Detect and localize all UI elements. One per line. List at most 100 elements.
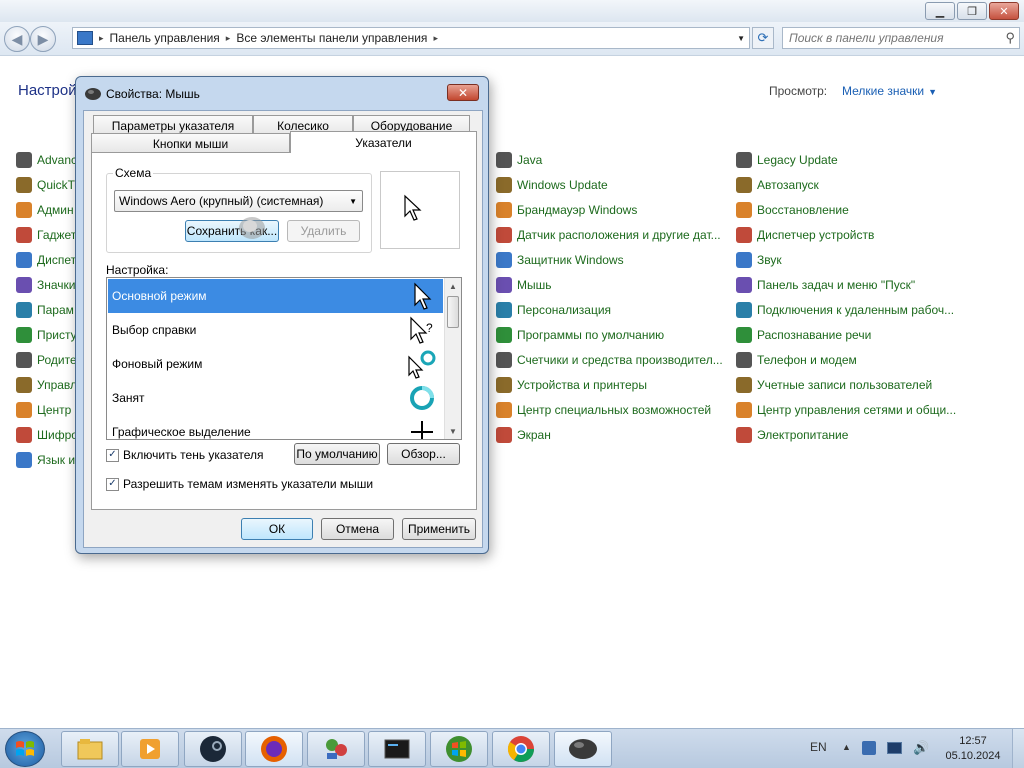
control-panel-item[interactable]: Телефон и модем	[736, 347, 966, 372]
tab-pointers[interactable]: Указатели	[290, 131, 477, 153]
tray-monitor-icon[interactable]	[887, 742, 902, 754]
taskbar-windows-update[interactable]	[430, 731, 488, 767]
control-panel-item[interactable]: Автозапуск	[736, 172, 966, 197]
dialog-close-button[interactable]: ✕	[447, 84, 479, 101]
breadcrumb-control-panel[interactable]: Панель управления	[106, 31, 224, 45]
cancel-button[interactable]: Отмена	[321, 518, 394, 540]
control-panel-item[interactable]: Экран	[496, 422, 726, 447]
use-default-button[interactable]: По умолчанию	[294, 443, 380, 465]
themes-checkbox-row[interactable]: ✓ Разрешить темам изменять указатели мыш…	[106, 477, 373, 491]
cursor-row-help[interactable]: Выбор справки ?	[108, 313, 443, 347]
restore-button[interactable]: ❐	[957, 2, 987, 20]
control-panel-item[interactable]: Центр	[16, 397, 76, 422]
control-panel-item-icon	[496, 251, 512, 268]
scroll-down-icon[interactable]: ▼	[445, 423, 461, 439]
control-panel-item[interactable]: Восстановление	[736, 197, 966, 222]
control-panel-item-icon	[496, 426, 512, 443]
taskbar-steam[interactable]	[184, 731, 242, 767]
svg-text:?: ?	[426, 321, 433, 335]
scroll-up-icon[interactable]: ▲	[445, 278, 461, 294]
search-icon[interactable]: ⚲	[1005, 30, 1015, 46]
delete-button[interactable]: Удалить	[287, 220, 360, 242]
control-panel-item[interactable]: Центр специальных возможностей	[496, 397, 726, 422]
settings-label: Настройка:	[106, 263, 169, 277]
tray-expand-icon[interactable]: ▲	[842, 742, 851, 752]
back-button[interactable]: ◀	[4, 26, 30, 52]
show-desktop-button[interactable]	[1012, 729, 1024, 768]
address-bar[interactable]: ▸ Панель управления ▸ Все элементы панел…	[72, 27, 750, 49]
cursor-row-normal[interactable]: Основной режим	[108, 279, 443, 313]
view-dropdown[interactable]: Мелкие значки ▼	[842, 84, 937, 98]
taskbar-tools[interactable]	[307, 731, 365, 767]
cursor-row-busy[interactable]: Занят	[108, 381, 443, 415]
cursor-list[interactable]: Основной режим Выбор справки ? Фоновый р…	[106, 277, 462, 440]
control-panel-item[interactable]: Счетчики и средства производител...	[496, 347, 726, 372]
tab-buttons[interactable]: Кнопки мыши	[91, 133, 290, 153]
control-panel-item[interactable]: Legacy Update	[736, 147, 966, 172]
minimize-button[interactable]: ▁	[925, 2, 955, 20]
control-panel-item[interactable]: Гаджет	[16, 222, 76, 247]
close-button[interactable]: ✕	[989, 2, 1019, 20]
cursor-row-working[interactable]: Фоновый режим	[108, 347, 443, 381]
control-panel-item[interactable]: Шифро	[16, 422, 76, 447]
control-panel-item[interactable]: QuickT	[16, 172, 76, 197]
search-box[interactable]: ⚲	[782, 27, 1020, 49]
refresh-button[interactable]: ⟳	[752, 27, 774, 49]
control-panel-item[interactable]: Распознавание речи	[736, 322, 966, 347]
control-panel-item[interactable]: Язык и	[16, 447, 76, 472]
tray-clock[interactable]: 12:57 05.10.2024	[944, 734, 1002, 764]
taskbar-explorer[interactable]	[61, 731, 119, 767]
language-indicator[interactable]: EN	[810, 740, 827, 754]
tab-pointer-options[interactable]: Параметры указателя	[93, 115, 253, 135]
control-panel-item[interactable]: Присту	[16, 322, 76, 347]
control-panel-item[interactable]: Родите	[16, 347, 76, 372]
control-panel-item[interactable]: Устройства и принтеры	[496, 372, 726, 397]
shadow-checkbox[interactable]: ✓	[106, 448, 119, 462]
control-panel-item[interactable]: Защитник Windows	[496, 247, 726, 272]
control-panel-item[interactable]: Подключения к удаленным рабоч...	[736, 297, 966, 322]
windows-logo-icon	[16, 741, 34, 756]
taskbar-mouse-properties[interactable]	[554, 731, 612, 767]
start-button[interactable]	[5, 731, 45, 767]
control-panel-item[interactable]: Брандмауэр Windows	[496, 197, 726, 222]
control-panel-item-icon	[736, 176, 752, 193]
taskbar-media-player[interactable]	[121, 731, 179, 767]
control-panel-item-label: Мышь	[517, 277, 552, 292]
apply-button[interactable]: Применить	[402, 518, 476, 540]
control-panel-item[interactable]: Центр управления сетями и общи...	[736, 397, 966, 422]
control-panel-item[interactable]: Advanc	[16, 147, 76, 172]
control-panel-item[interactable]: Админ	[16, 197, 76, 222]
scheme-select[interactable]: Windows Aero (крупный) (системная) ▼	[114, 190, 363, 212]
control-panel-item[interactable]: Звук	[736, 247, 966, 272]
breadcrumb-all-items[interactable]: Все элементы панели управления	[232, 31, 431, 45]
control-panel-item[interactable]: Значки	[16, 272, 76, 297]
address-dropdown-icon[interactable]: ▼	[737, 34, 745, 43]
scroll-thumb[interactable]	[447, 296, 459, 328]
control-panel-item[interactable]: Java	[496, 147, 726, 172]
control-panel-item[interactable]: Мышь	[496, 272, 726, 297]
control-panel-item[interactable]: Windows Update	[496, 172, 726, 197]
cursor-row-precision[interactable]: Графическое выделение	[108, 415, 443, 439]
taskbar-firefox[interactable]	[245, 731, 303, 767]
themes-checkbox[interactable]: ✓	[106, 477, 119, 491]
forward-button[interactable]: ▶	[30, 26, 56, 52]
control-panel-item[interactable]: Диспетчер устройств	[736, 222, 966, 247]
control-panel-item[interactable]: Парам	[16, 297, 76, 322]
control-panel-item[interactable]: Персонализация	[496, 297, 726, 322]
control-panel-item[interactable]: Датчик расположения и другие дат...	[496, 222, 726, 247]
list-scrollbar[interactable]: ▲ ▼	[444, 278, 461, 439]
ok-button[interactable]: ОК	[241, 518, 313, 540]
browse-button[interactable]: Обзор...	[387, 443, 460, 465]
tray-network-icon[interactable]	[862, 741, 876, 755]
taskbar-chrome[interactable]	[492, 731, 550, 767]
shadow-checkbox-row[interactable]: ✓ Включить тень указателя	[106, 448, 264, 462]
taskbar-console[interactable]	[368, 731, 426, 767]
control-panel-item[interactable]: Управл	[16, 372, 76, 397]
control-panel-item[interactable]: Диспет	[16, 247, 76, 272]
control-panel-item[interactable]: Учетные записи пользователей	[736, 372, 966, 397]
tray-volume-icon[interactable]: 🔊	[913, 740, 929, 756]
control-panel-item[interactable]: Программы по умолчанию	[496, 322, 726, 347]
search-input[interactable]	[783, 28, 993, 48]
control-panel-item[interactable]: Панель задач и меню "Пуск"	[736, 272, 966, 297]
control-panel-item[interactable]: Электропитание	[736, 422, 966, 447]
